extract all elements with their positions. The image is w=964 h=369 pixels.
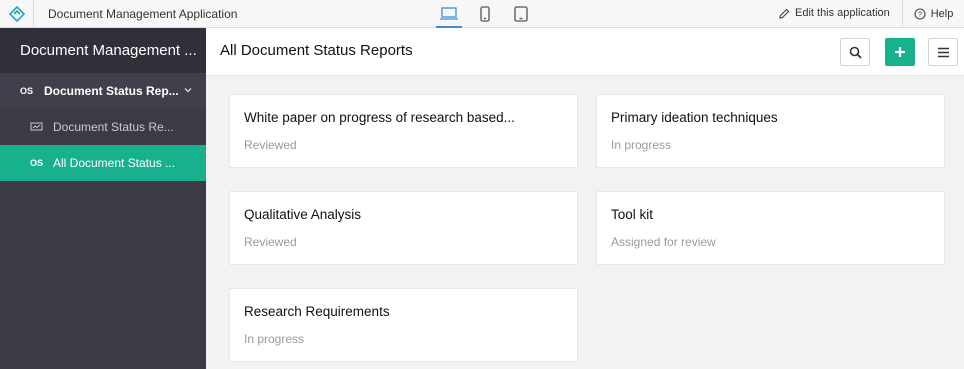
record-card[interactable]: Primary ideation techniques In progress [596,94,945,168]
card-title: White paper on progress of research base… [244,110,515,125]
card-status: Reviewed [244,138,297,152]
hamburger-icon [937,47,949,57]
edit-application-link[interactable]: Edit this application [779,7,890,19]
sidebar-app-title: Document Management ... [0,28,206,73]
card-title: Primary ideation techniques [611,110,778,125]
card-title: Research Requirements [244,304,390,319]
sidebar-item-label: All Document Status ... [53,156,176,170]
help-icon: ? [914,8,926,20]
card-title: Qualitative Analysis [244,207,362,222]
search-button[interactable] [840,38,870,66]
chevron-down-icon[interactable] [183,85,193,95]
help-button[interactable]: ? Help [902,0,964,28]
sidebar-section-icon: OS [20,86,34,96]
menu-button[interactable] [928,38,958,66]
record-card[interactable]: Tool kit Assigned for review [596,191,945,265]
page-title: All Document Status Reports [220,42,413,59]
plus-icon [895,47,905,57]
sidebar: Document Management ... OS Document Stat… [0,28,206,369]
card-status: In progress [244,332,305,346]
edit-application-label: Edit this application [795,7,890,19]
svg-text:?: ? [918,10,922,19]
card-status: Reviewed [244,235,297,249]
sidebar-item-icon: OS [30,158,44,168]
tablet-view-button[interactable] [506,0,536,28]
sidebar-section-label: Document Status Rep... [44,84,179,98]
desktop-view-button[interactable] [434,0,464,28]
search-icon [849,46,862,59]
page-header: All Document Status Reports [206,28,964,76]
sidebar-item-document-status-report[interactable]: Document Status Re... [0,109,206,145]
sidebar-item-label: Document Status Re... [53,120,174,134]
sidebar-item-all-document-status[interactable]: OS All Document Status ... [0,145,206,181]
sidebar-section-document-status-reports[interactable]: OS Document Status Rep... [0,73,206,109]
top-bar: Document Management Application Edit thi… [0,0,964,28]
card-status: Assigned for review [611,235,716,249]
desktop-icon [440,7,458,20]
pencil-icon [779,8,790,19]
phone-view-button[interactable] [470,0,500,28]
card-status: In progress [611,138,672,152]
tablet-icon [514,6,528,22]
record-card[interactable]: White paper on progress of research base… [229,94,578,168]
record-card[interactable]: Qualitative Analysis Reviewed [229,191,578,265]
record-card[interactable]: Research Requirements In progress [229,288,578,362]
report-icon [30,122,44,132]
app-title: Document Management Application [48,7,238,21]
device-switcher [434,0,542,28]
card-title: Tool kit [611,207,654,222]
app-logo-icon[interactable] [0,0,34,28]
help-label: Help [930,8,954,20]
add-button[interactable] [885,38,915,66]
phone-icon [480,6,490,22]
